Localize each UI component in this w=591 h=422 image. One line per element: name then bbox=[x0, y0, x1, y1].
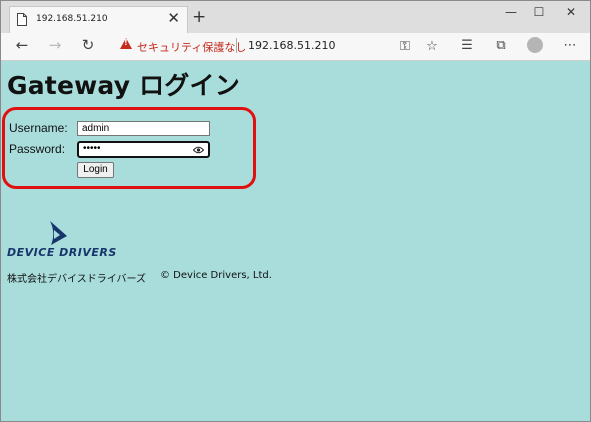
minimize-icon[interactable]: — bbox=[497, 5, 525, 19]
close-tab-icon[interactable]: ✕ bbox=[167, 9, 180, 27]
title-bar: 192.168.51.210 ✕ + — ☐ ✕ bbox=[1, 1, 590, 33]
username-input[interactable]: admin bbox=[77, 121, 210, 136]
collections-icon[interactable]: ⧉ bbox=[491, 38, 511, 53]
browser-toolbar: ← → ↻ ! セキュリティ保護なし 192.168.51.210 ⚿ ☆ ☰ … bbox=[1, 33, 590, 61]
security-warning[interactable]: セキュリティ保護なし bbox=[137, 39, 246, 55]
browser-window bbox=[0, 0, 591, 422]
close-window-icon[interactable]: ✕ bbox=[557, 5, 585, 19]
back-icon[interactable]: ← bbox=[11, 36, 33, 54]
key-icon[interactable]: ⚿ bbox=[395, 39, 415, 54]
password-input[interactable]: ••••• bbox=[77, 141, 210, 158]
page-icon bbox=[17, 13, 27, 26]
address-bar[interactable]: ! セキュリティ保護なし 192.168.51.210 ⚿ ☆ bbox=[113, 34, 445, 57]
favorite-star-icon[interactable]: ☆ bbox=[422, 39, 442, 54]
company-name: 株式会社デバイスドライバーズ bbox=[7, 274, 146, 285]
browser-tab[interactable]: 192.168.51.210 ✕ bbox=[9, 6, 188, 33]
copyright-text: © Device Drivers, Ltd. bbox=[160, 270, 272, 281]
refresh-icon[interactable]: ↻ bbox=[77, 36, 99, 54]
password-label: Password: bbox=[9, 142, 66, 156]
forward-icon[interactable]: → bbox=[44, 36, 66, 54]
logo-text: DEVICE DRIVERS bbox=[7, 246, 117, 259]
new-tab-icon[interactable]: + bbox=[192, 7, 206, 27]
tab-title: 192.168.51.210 bbox=[36, 14, 108, 24]
address-divider bbox=[236, 38, 237, 53]
show-password-eye-icon[interactable] bbox=[193, 146, 204, 154]
url-text[interactable]: 192.168.51.210 bbox=[248, 39, 335, 52]
menu-icon[interactable]: ⋯ bbox=[560, 38, 580, 53]
page-title: Gateway ログイン bbox=[7, 71, 240, 100]
profile-avatar[interactable] bbox=[527, 37, 543, 53]
device-drivers-logo-icon bbox=[50, 221, 67, 245]
favorites-bar-icon[interactable]: ☰ bbox=[457, 38, 477, 53]
password-value: ••••• bbox=[83, 143, 101, 154]
maximize-icon[interactable]: ☐ bbox=[525, 5, 553, 19]
username-label: Username: bbox=[9, 121, 68, 135]
login-button[interactable]: Login bbox=[77, 162, 114, 178]
